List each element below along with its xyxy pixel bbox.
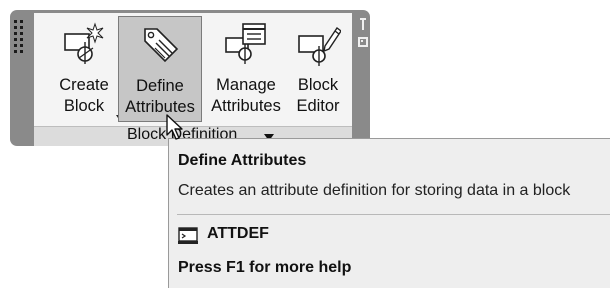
panel-pin-icon[interactable] [357, 16, 369, 52]
create-block-icon [64, 22, 104, 64]
tooltip-command-name: ATTDEF [207, 225, 269, 242]
block-definition-panel: Create Block Define Attributes Manage At… [10, 10, 370, 146]
tooltip-help-text: Press F1 for more help [178, 259, 352, 276]
create-block-label: Create Block [59, 76, 109, 115]
manage-attributes-button[interactable]: Manage Attributes [206, 16, 286, 122]
manage-attributes-icon [225, 23, 266, 64]
define-attributes-icon [144, 28, 179, 63]
panel-grip-handle[interactable] [10, 16, 32, 60]
mouse-pointer-icon [166, 114, 183, 140]
block-editor-button[interactable]: Block Editor [288, 16, 348, 122]
define-attributes-label: Define Attributes [125, 77, 195, 116]
tooltip-divider [177, 214, 610, 215]
block-editor-icon [298, 26, 341, 66]
block-editor-label: Block Editor [296, 76, 340, 115]
tooltip-title: Define Attributes [178, 152, 307, 169]
command-line-icon [178, 227, 198, 244]
tooltip-description: Creates an attribute definition for stor… [178, 182, 571, 199]
manage-attributes-label: Manage Attributes [211, 76, 281, 115]
panel-body: Create Block Define Attributes Manage At… [34, 13, 352, 126]
tooltip: Define Attributes Creates an attribute d… [168, 138, 610, 288]
define-attributes-button[interactable]: Define Attributes [118, 16, 202, 122]
create-block-button[interactable]: Create Block [48, 16, 120, 122]
